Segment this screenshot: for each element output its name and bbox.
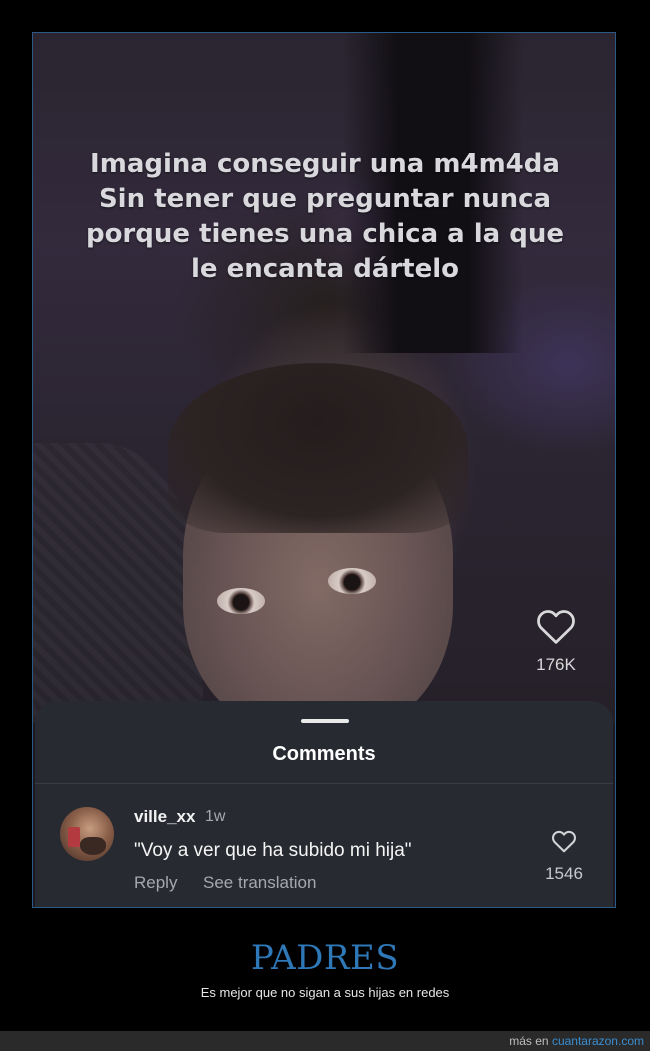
video-person-eye: [328, 568, 376, 594]
comments-sheet: Comments ville_xx 1w "Voy a ver que ha s…: [35, 701, 613, 907]
avatar-phone: [68, 827, 80, 847]
post-title: PADRES: [250, 938, 400, 978]
comment-like-button[interactable]: 1546: [539, 829, 589, 884]
comment-text: "Voy a ver que ha subido mi hija": [134, 840, 412, 861]
comment-like-count: 1546: [545, 864, 583, 883]
post-frame: Imagina conseguir una m4m4da Sin tener q…: [32, 32, 616, 908]
comment-username[interactable]: ville_xx: [134, 807, 195, 827]
video-caption: Imagina conseguir una m4m4da Sin tener q…: [85, 149, 565, 284]
video-player[interactable]: Imagina conseguir una m4m4da Sin tener q…: [33, 33, 615, 733]
avatar[interactable]: [60, 807, 114, 861]
post-subtitle: Es mejor que no sigan a sus hijas en red…: [200, 985, 450, 1000]
heart-outline-icon: [537, 610, 575, 644]
video-like-button[interactable]: 176K: [521, 607, 591, 675]
credit-text: más en cuantarazon.com: [509, 1034, 644, 1048]
avatar-beard: [80, 837, 106, 855]
divider: [35, 783, 613, 784]
reply-button[interactable]: Reply: [134, 873, 177, 893]
credit-prefix: más en: [509, 1034, 549, 1048]
video-like-count: 176K: [536, 655, 576, 674]
heart-outline-icon: [552, 830, 576, 853]
video-person-hair: [168, 363, 468, 533]
comment-timestamp: 1w: [205, 808, 226, 825]
credit-site-link[interactable]: cuantarazon.com: [552, 1034, 644, 1048]
credit-bar: más en cuantarazon.com: [0, 1031, 650, 1051]
sheet-drag-handle[interactable]: [301, 719, 349, 723]
comments-title: Comments: [272, 743, 376, 765]
video-person-eye: [217, 588, 265, 614]
see-translation-button[interactable]: See translation: [203, 873, 316, 893]
